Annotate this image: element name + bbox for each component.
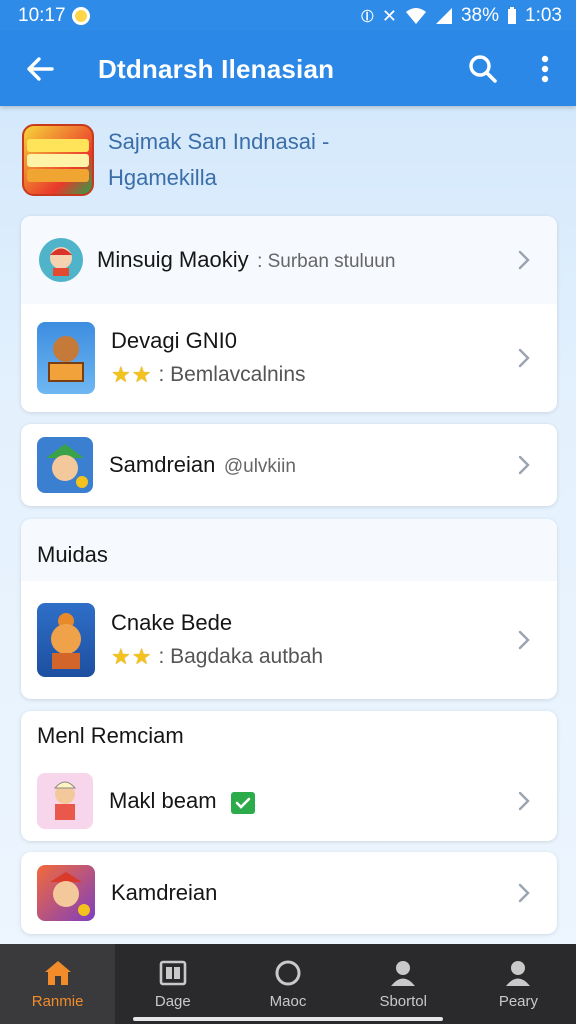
page-title: Dtdnarsh Ilenasian bbox=[98, 53, 335, 84]
nav-label: Peary bbox=[498, 992, 538, 1010]
list-card: Menl Remciam Makl beam bbox=[21, 711, 557, 841]
game-character-icon bbox=[37, 437, 93, 493]
bottom-nav: Ranmie Dage Maoc Sbortol Peary bbox=[0, 944, 576, 1024]
list-item[interactable]: Devagi GNI0 ★★ : Bemlavcalnins bbox=[21, 304, 557, 412]
verified-check-icon bbox=[231, 792, 256, 815]
nav-item-sbortol[interactable]: Sbortol bbox=[346, 944, 461, 1024]
chevron-right-icon bbox=[518, 455, 530, 475]
nav-label: Ranmie bbox=[31, 992, 84, 1010]
book-icon bbox=[159, 960, 187, 985]
status-right: ⦶ ✕ 38% 1:03 bbox=[361, 5, 562, 27]
row-title: Samdreian bbox=[109, 452, 216, 477]
notification-icon bbox=[71, 7, 90, 25]
chevron-right-icon bbox=[518, 883, 530, 903]
person-icon bbox=[391, 960, 416, 986]
row-subtitle: : Bagdaka autbah bbox=[158, 645, 324, 668]
row-title: Kamdreian bbox=[111, 880, 218, 905]
nav-item-maoc[interactable]: Maoc bbox=[230, 944, 345, 1024]
list-item[interactable]: Minsuig Maokiy : Surban stuluun bbox=[21, 216, 557, 304]
list-card: Muidas Cnake Bede ★★ : Bagdaka autbah bbox=[21, 519, 557, 699]
header-block: Sajmak San Indnasai - Hgamekilla bbox=[22, 124, 329, 196]
status-time: 10:17 bbox=[18, 5, 66, 26]
search-icon bbox=[469, 55, 497, 83]
row-title: Makl beam bbox=[109, 787, 217, 813]
section-header: Menl Remciam bbox=[37, 723, 184, 748]
chevron-right-icon bbox=[518, 250, 530, 270]
list-item[interactable]: Kamdreian bbox=[21, 852, 557, 934]
section-header: Muidas bbox=[21, 519, 557, 581]
row-subtitle: : Bemlavcalnins bbox=[158, 363, 306, 386]
battery-icon bbox=[508, 7, 517, 24]
game-character-icon bbox=[39, 238, 83, 282]
game-tile-icon bbox=[37, 322, 95, 394]
game-character-icon bbox=[37, 773, 93, 829]
list-card: Kamdreian bbox=[21, 852, 557, 934]
battery-percent: 38% bbox=[460, 5, 500, 26]
row-title: Minsuig Maokiy bbox=[97, 247, 249, 272]
chevron-right-icon bbox=[518, 791, 530, 811]
nav-item-dage[interactable]: Dage bbox=[115, 944, 230, 1024]
nav-item-home[interactable]: Ranmie bbox=[0, 944, 116, 1024]
back-arrow-icon bbox=[27, 57, 54, 81]
chevron-right-icon bbox=[518, 348, 530, 368]
list-item[interactable]: Samdreian @ulvkiin bbox=[21, 424, 557, 506]
circle-icon bbox=[275, 960, 301, 985]
list-item[interactable]: Cnake Bede ★★ : Bagdaka autbah bbox=[21, 581, 557, 699]
search-button[interactable] bbox=[452, 32, 514, 106]
list-item[interactable]: Makl beam bbox=[21, 761, 557, 841]
list-card: Minsuig Maokiy : Surban stuluun Devagi G… bbox=[21, 216, 557, 412]
app-bar: Dtdnarsh Ilenasian bbox=[0, 32, 576, 106]
chevron-right-icon bbox=[518, 630, 530, 650]
person-icon bbox=[506, 960, 531, 986]
nav-label: Sbortol bbox=[379, 992, 427, 1010]
status-bar: 10:17 ⦶ ✕ 38% 1:03 bbox=[0, 0, 576, 32]
game-character-icon bbox=[37, 603, 95, 677]
header-text: Sajmak San Indnasai - Hgamekilla bbox=[108, 124, 329, 196]
star-rating: ★★ bbox=[111, 362, 153, 387]
game-character-icon bbox=[37, 865, 95, 921]
home-indicator[interactable] bbox=[133, 1017, 443, 1021]
list-card: Samdreian @ulvkiin bbox=[21, 424, 557, 506]
row-title: Cnake Bede bbox=[111, 610, 233, 635]
more-options-button[interactable] bbox=[514, 32, 576, 106]
header-line2: Hgamekilla bbox=[108, 165, 217, 190]
row-subtitle: : Surban stuluun bbox=[257, 251, 396, 272]
nav-label: Maoc bbox=[269, 992, 307, 1010]
status-clock-right: 1:03 bbox=[525, 5, 562, 26]
wifi-icon bbox=[405, 8, 426, 24]
more-vert-icon bbox=[541, 55, 549, 83]
star-rating: ★★ bbox=[111, 644, 153, 669]
app-logo-icon bbox=[22, 124, 94, 196]
vibrate-icon: ⦶ bbox=[360, 5, 374, 26]
nav-item-peary[interactable]: Peary bbox=[461, 944, 576, 1024]
back-button[interactable] bbox=[0, 32, 80, 106]
signal-icon bbox=[435, 8, 452, 24]
row-title: Devagi GNI0 bbox=[111, 328, 237, 353]
status-left: 10:17 bbox=[18, 5, 90, 27]
row-subtitle: @ulvkiin bbox=[223, 456, 296, 477]
nav-label: Dage bbox=[154, 992, 191, 1010]
home-icon bbox=[44, 960, 71, 985]
mute-icon: ✕ bbox=[381, 5, 397, 26]
header-line1: Sajmak San Indnasai - bbox=[108, 129, 330, 154]
